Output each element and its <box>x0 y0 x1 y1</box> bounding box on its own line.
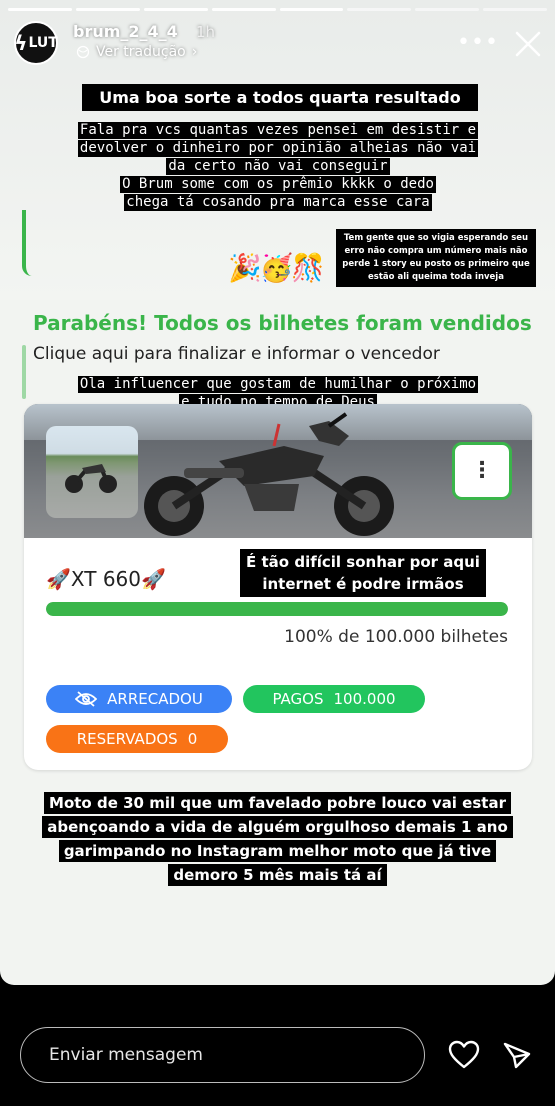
caption-title: Uma boa sorte a todos quarta resultado <box>82 84 478 111</box>
send-icon[interactable] <box>502 1040 532 1070</box>
post-time: 1h <box>196 23 216 41</box>
story-progress-segment <box>347 8 412 11</box>
avatar-text: LUT <box>28 35 58 51</box>
product-name: 🚀XT 660🚀 <box>46 567 166 591</box>
caption-line: O Brum some com os prêmio kkkk o dedo <box>120 176 436 193</box>
reservados-badge[interactable]: RESERVADOS 0 <box>46 725 228 753</box>
caption-line: Moto de 30 mil que um favelado pobre lou… <box>44 792 511 814</box>
caption-line: Ola influencer que gostam de humilhar o … <box>77 376 479 393</box>
motorcycle-image <box>144 412 394 536</box>
tickets-progress-text: 100% de 100.000 bilhetes <box>284 627 508 647</box>
pagos-label: PAGOS <box>272 690 324 708</box>
tickets-progress-bar <box>46 602 508 616</box>
heart-icon[interactable] <box>448 1040 480 1070</box>
story-progress-segment <box>8 8 72 11</box>
eye-off-icon <box>75 691 98 707</box>
translate-icon <box>76 45 90 59</box>
story-frame[interactable]: ϟ LUT brum_2_4_4 1h Ver tradução › ••• Um… <box>0 0 555 985</box>
story-progress-segment <box>483 8 547 11</box>
caption-line: da certo não vai conseguir <box>166 158 390 175</box>
motorcycle-thumbnail-image <box>65 464 117 493</box>
caption-small-note: Tem gente que so vigia esperando seu err… <box>336 229 536 287</box>
chevron-right-icon: › <box>191 44 198 60</box>
decorative-accent <box>22 210 50 276</box>
caption-line: internet é podre irmãos <box>262 575 464 593</box>
send-message-input[interactable]: Enviar mensagem <box>20 1027 425 1083</box>
lightning-icon: ϟ <box>14 31 28 55</box>
story-progress-segment <box>415 8 480 11</box>
congrats-heading: Parabéns! Todos os bilhetes foram vendid… <box>33 311 532 335</box>
send-message-placeholder: Enviar mensagem <box>49 1045 203 1065</box>
arrecadou-button[interactable]: ARRECADOU <box>46 685 232 713</box>
caption-line: abençoando a vida de alguém orgulhoso de… <box>42 816 513 838</box>
see-translation-link[interactable]: Ver tradução › <box>76 44 197 60</box>
close-icon[interactable] <box>512 28 544 60</box>
caption-dream: É tão difícil sonhar por aqui internet é… <box>240 549 486 597</box>
reservados-value: 0 <box>187 730 198 748</box>
caption-mono-block: Fala pra vcs quantas vezes pensei em des… <box>38 122 518 212</box>
caption-line: garimpando no Instagram melhor moto que … <box>58 840 497 862</box>
tickets-progress-fill <box>46 602 508 616</box>
caption-line: Fala pra vcs quantas vezes pensei em des… <box>77 122 479 139</box>
avatar[interactable]: ϟ LUT <box>14 21 58 65</box>
caption-line: demoro 5 mês mais tá aí <box>168 864 387 886</box>
party-emojis: 🎉🥳🎊 <box>228 253 325 284</box>
story-progress-bar <box>8 8 547 11</box>
raffle-card[interactable]: ⋮ 🚀XT 660🚀 É tão difícil sonhar por aqui… <box>24 404 532 770</box>
story-progress-segment <box>279 8 344 11</box>
story-progress-segment <box>75 8 140 11</box>
username[interactable]: brum_2_4_4 <box>73 22 178 41</box>
kebab-menu-icon: ⋮ <box>471 458 493 483</box>
product-thumbnail[interactable] <box>46 426 138 518</box>
caption-line: chega tá cosando pra marca esse cara <box>124 194 432 211</box>
story-progress-segment <box>143 8 208 11</box>
story-progress-segment <box>211 8 276 11</box>
caption-line: É tão difícil sonhar por aqui <box>246 553 480 571</box>
card-menu-button[interactable]: ⋮ <box>452 442 512 500</box>
arrecadou-label: ARRECADOU <box>107 690 203 708</box>
pagos-badge[interactable]: PAGOS 100.000 <box>243 685 425 713</box>
more-options-button[interactable]: ••• <box>457 30 498 55</box>
decorative-accent <box>22 345 26 399</box>
pagos-value: 100.000 <box>333 690 396 708</box>
see-translation-label: Ver tradução <box>96 44 186 60</box>
finalize-link[interactable]: Clique aqui para finalizar e informar o … <box>33 344 440 364</box>
product-photo: ⋮ <box>24 404 532 538</box>
caption-bottom-block: Moto de 30 mil que um favelado pobre lou… <box>30 792 525 888</box>
reservados-label: RESERVADOS <box>76 730 178 748</box>
caption-line: devolver o dinheiro por opinião alheias … <box>77 140 479 157</box>
